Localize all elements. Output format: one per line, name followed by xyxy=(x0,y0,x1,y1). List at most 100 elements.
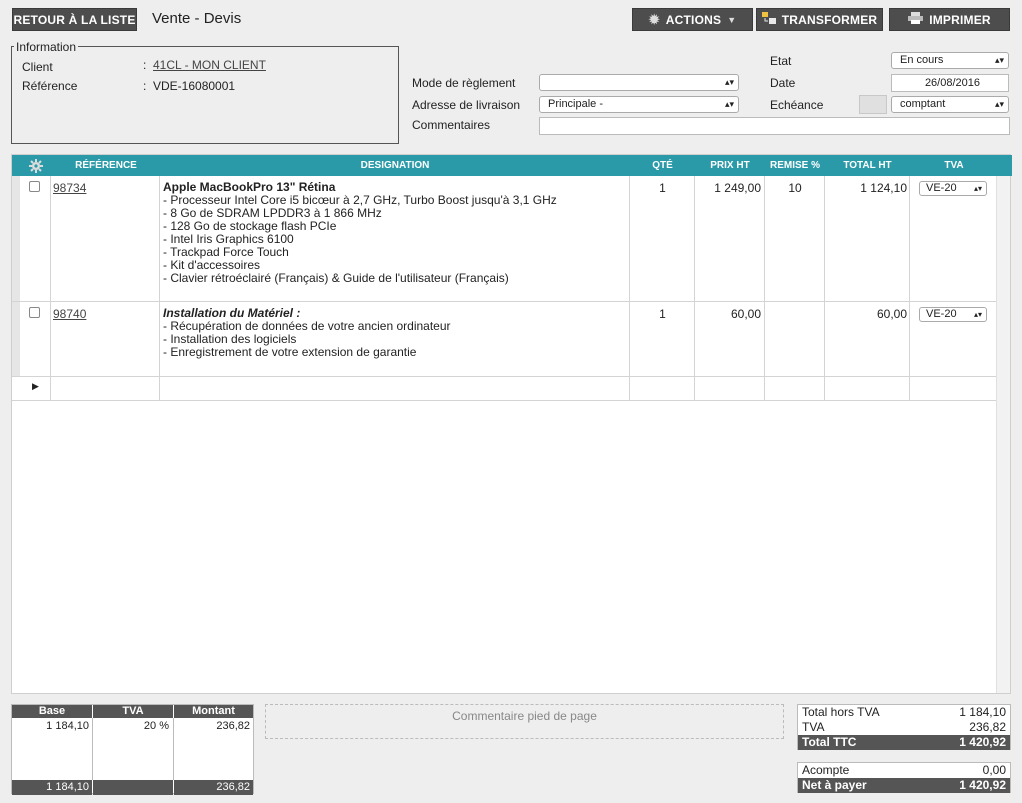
transform-icon xyxy=(761,12,776,27)
date-label: Date xyxy=(770,76,796,90)
gear-icon: ✹ xyxy=(648,11,660,27)
echeance-select[interactable]: comptant ▴▾ xyxy=(891,96,1009,113)
net-row: Net à payer 1 420,92 xyxy=(798,778,1010,793)
row-designation[interactable]: Apple MacBookPro 13" Rétina - Processeur… xyxy=(163,181,625,285)
designation-line: - Enregistrement de votre extension de g… xyxy=(163,345,417,359)
row-checkbox[interactable] xyxy=(29,181,40,192)
mode-reglement-select[interactable]: ▴▾ xyxy=(539,74,739,91)
tva-summary-rate: 20 % xyxy=(143,720,169,732)
grid-hline xyxy=(12,301,997,302)
total-ht-label: Total hors TVA xyxy=(802,705,880,719)
grid-vline xyxy=(824,176,825,401)
commentaires-input[interactable] xyxy=(539,117,1010,135)
reference-colon: : xyxy=(143,79,147,93)
print-button[interactable]: IMPRIMER xyxy=(889,8,1010,31)
row-designation[interactable]: Installation du Matériel : - Récupératio… xyxy=(163,307,625,359)
total-ttc-value: 1 420,92 xyxy=(959,735,1006,749)
grid-vline xyxy=(159,176,160,401)
total-tva-label: TVA xyxy=(802,720,825,734)
row-remise[interactable]: 10 xyxy=(765,181,825,195)
transform-button[interactable]: TRANSFORMER xyxy=(756,8,883,31)
col-tva[interactable]: TVA xyxy=(910,155,998,176)
page-title: Vente - Devis xyxy=(152,10,242,27)
tva-summary-total-base: 1 184,10 xyxy=(12,780,92,795)
back-to-list-button[interactable]: RETOUR À LA LISTE xyxy=(12,8,137,31)
row-indicator-strip xyxy=(12,176,20,376)
select-arrows-icon: ▴▾ xyxy=(973,310,982,319)
total-ttc-row: Total TTC 1 420,92 xyxy=(798,735,1010,750)
col-designation[interactable]: DESIGNATION xyxy=(160,155,630,176)
grid-header: RÉFÉRENCE DESIGNATION QTÉ PRIX HT REMISE… xyxy=(12,155,1012,176)
acompte-label: Acompte xyxy=(802,763,850,777)
grid-vline xyxy=(909,176,910,401)
footer-comment-field[interactable]: Commentaire pied de page xyxy=(265,704,784,739)
tva-summary-total-montant: 236,82 xyxy=(174,780,253,795)
transform-label: TRANSFORMER xyxy=(781,12,878,27)
commentaires-label: Commentaires xyxy=(412,118,491,132)
client-link[interactable]: 41CL - MON CLIENT xyxy=(153,58,266,72)
tva-summary-col-montant: Montant xyxy=(174,705,253,718)
reference-value: VDE-16080001 xyxy=(153,79,236,93)
caret-down-icon: ▼ xyxy=(727,14,737,25)
row-tva-value: VE-20 xyxy=(926,182,957,194)
tva-summary-col-base: Base xyxy=(12,705,92,718)
grid-vline xyxy=(694,176,695,401)
etat-label: Etat xyxy=(770,54,792,68)
select-arrows-icon: ▴▾ xyxy=(994,99,1004,109)
echeance-label: Echéance xyxy=(770,98,824,112)
row-prix-ht[interactable]: 1 249,00 xyxy=(695,181,761,195)
row-total-ht: 1 124,10 xyxy=(860,181,907,195)
client-label: Client xyxy=(22,60,53,74)
grid-hline xyxy=(12,400,997,401)
print-label: IMPRIMER xyxy=(929,12,991,27)
row-pointer-icon: ▶ xyxy=(32,381,39,391)
col-reference[interactable]: RÉFÉRENCE xyxy=(67,155,145,176)
grid-vline xyxy=(629,176,630,401)
row-checkbox[interactable] xyxy=(29,307,40,318)
row-total-ht: 60,00 xyxy=(876,307,907,321)
acompte-row: Acompte 0,00 xyxy=(798,763,1010,778)
total-tva-value: 236,82 xyxy=(969,720,1006,734)
grid-scrollbar[interactable] xyxy=(996,176,1010,693)
grid-settings-icon[interactable] xyxy=(24,155,48,176)
tva-summary-col-tva: TVA xyxy=(93,705,173,718)
total-ht-row: Total hors TVA 1 184,10 xyxy=(798,705,1010,720)
reference-label: Référence xyxy=(22,79,78,93)
col-qte[interactable]: QTÉ xyxy=(630,155,695,176)
grid-vline xyxy=(50,176,51,401)
total-tva-row: TVA 236,82 xyxy=(798,720,1010,735)
actions-button[interactable]: ✹ ACTIONS ▼ xyxy=(632,8,753,31)
grid-vline xyxy=(764,176,765,401)
row-tva-select[interactable]: VE-20 ▴▾ xyxy=(919,307,987,322)
col-prix-ht[interactable]: PRIX HT xyxy=(695,155,765,176)
designation-line: - Clavier rétroéclairé (Français) & Guid… xyxy=(163,271,509,285)
date-input[interactable]: 26/08/2016 xyxy=(891,74,1009,92)
etat-select[interactable]: En cours ▴▾ xyxy=(891,52,1009,69)
row-reference-link[interactable]: 98740 xyxy=(53,307,86,321)
totals-panel: Total hors TVA 1 184,10 TVA 236,82 Total… xyxy=(797,704,1011,750)
printer-icon xyxy=(908,12,924,27)
back-to-list-label: RETOUR À LA LISTE xyxy=(13,12,136,27)
client-colon: : xyxy=(143,58,147,72)
total-ht-value: 1 184,10 xyxy=(959,705,1006,719)
col-remise[interactable]: REMISE % xyxy=(765,155,825,176)
row-tva-value: VE-20 xyxy=(926,308,957,320)
tva-summary-base: 1 184,10 xyxy=(46,720,89,732)
echeance-days-input[interactable] xyxy=(859,95,887,114)
row-prix-ht[interactable]: 60,00 xyxy=(695,307,761,321)
row-tva-select[interactable]: VE-20 ▴▾ xyxy=(919,181,987,196)
grid-hline xyxy=(12,376,997,377)
col-total-ht[interactable]: TOTAL HT xyxy=(825,155,910,176)
total-ttc-label: Total TTC xyxy=(802,735,857,749)
select-arrows-icon: ▴▾ xyxy=(973,184,982,193)
actions-label: ACTIONS xyxy=(665,12,722,27)
adresse-livraison-select[interactable]: Principale - ▴▾ xyxy=(539,96,739,113)
row-qte[interactable]: 1 xyxy=(630,181,695,195)
select-arrows-icon: ▴▾ xyxy=(724,77,734,87)
net-label: Net à payer xyxy=(802,778,867,792)
row-qte[interactable]: 1 xyxy=(630,307,695,321)
acompte-value: 0,00 xyxy=(982,763,1006,777)
adresse-livraison-value: Principale - xyxy=(548,98,604,110)
row-reference-link[interactable]: 98734 xyxy=(53,181,86,195)
tva-summary-total-tva xyxy=(93,780,173,795)
